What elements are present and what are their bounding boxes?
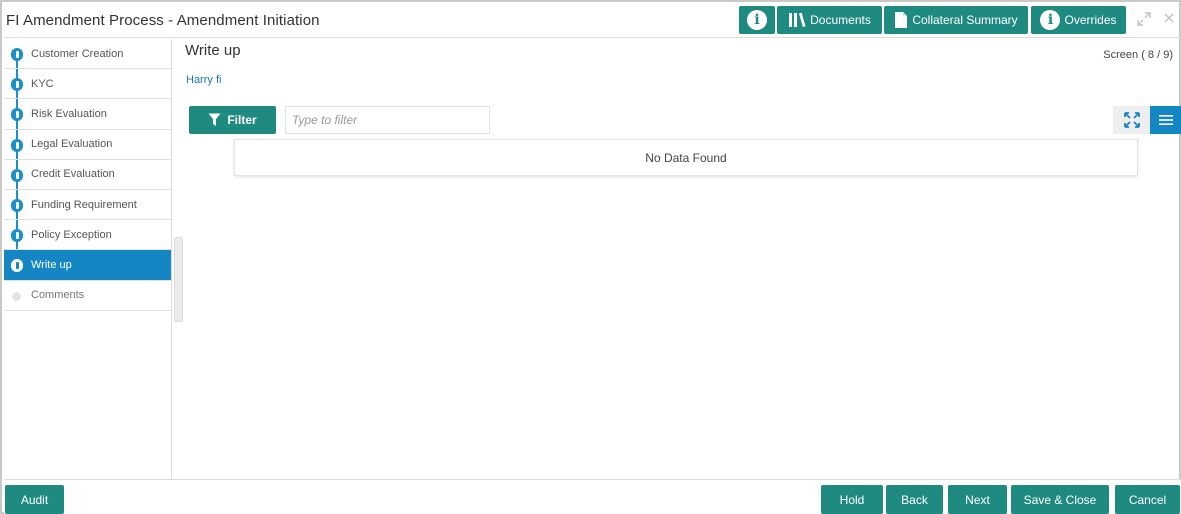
step-done-icon [11,138,23,152]
info-icon: i [1040,10,1061,30]
expand-view-button[interactable] [1113,106,1150,134]
step-done-icon [11,229,23,243]
sidebar-item-customer-creation[interactable]: Customer Creation [4,39,171,70]
empty-state-message: No Data Found [234,139,1138,176]
list-icon [1158,115,1173,125]
step-pending-icon [12,291,21,301]
info-icon: i [747,10,767,30]
step-navigation: Customer Creation KYC Risk Evaluation Le… [4,39,172,479]
app-window: FI Amendment Process - Amendment Initiat… [0,0,1181,514]
filter-icon [208,113,221,126]
sidebar-item-kyc[interactable]: KYC [4,69,171,100]
filter-input[interactable] [285,106,490,134]
close-icon[interactable] [1163,12,1175,24]
back-button[interactable]: Back [886,485,943,514]
step-label: Credit Evaluation [31,168,115,181]
header-bar: FI Amendment Process - Amendment Initiat… [4,4,1181,38]
documents-label: Documents [810,13,871,27]
sidebar-item-legal-evaluation[interactable]: Legal Evaluation [4,130,171,160]
step-current-icon [11,259,23,273]
step-label: Comments [31,289,85,302]
collateral-summary-label: Collateral Summary [912,13,1018,27]
overrides-label: Overrides [1064,13,1117,27]
step-done-icon [11,108,23,122]
documents-button[interactable]: Documents [777,6,882,34]
page-title: Write up [185,42,241,59]
sidebar-item-comments[interactable]: Comments [4,281,171,311]
step-done-icon [11,48,23,61]
step-label: Policy Exception [31,228,112,241]
document-icon [895,12,908,28]
hold-button[interactable]: Hold [821,485,883,514]
footer-bar: Audit Hold Back Next Save & Close Cancel [4,479,1181,514]
subject-name: Harry fi [186,74,222,86]
screen-indicator: Screen ( 8 / 9) [1103,49,1173,61]
app-title: FI Amendment Process - Amendment Initiat… [6,12,320,29]
expand-icon [1123,112,1140,128]
step-done-icon [11,78,23,92]
maximize-icon[interactable] [1137,12,1151,26]
filter-label: Filter [227,113,257,127]
sidebar-item-credit-evaluation[interactable]: Credit Evaluation [4,160,171,190]
next-button[interactable]: Next [948,485,1007,514]
cancel-button[interactable]: Cancel [1115,485,1180,514]
audit-button[interactable]: Audit [5,485,64,514]
step-done-icon [11,168,23,182]
list-view-button[interactable] [1150,106,1181,134]
step-label: Legal Evaluation [31,138,113,151]
sidebar-item-policy-exception[interactable]: Policy Exception [4,220,171,251]
window-controls [1137,12,1175,26]
info-button[interactable]: i [739,6,775,34]
save-close-button[interactable]: Save & Close [1011,485,1109,514]
step-label: KYC [31,77,54,90]
collateral-summary-button[interactable]: Collateral Summary [884,6,1028,34]
step-done-icon [11,198,23,212]
sidebar-item-funding-requirement[interactable]: Funding Requirement [4,190,171,221]
library-icon [789,12,806,28]
step-label: Customer Creation [31,47,124,60]
step-label: Write up [31,258,72,271]
step-label: Funding Requirement [31,198,137,211]
step-label: Risk Evaluation [31,107,107,120]
sidebar-item-write-up[interactable]: Write up [4,250,171,281]
overrides-button[interactable]: i Overrides [1031,6,1126,34]
filter-button[interactable]: Filter [189,106,276,134]
sidebar-resize-handle[interactable] [174,237,183,322]
sidebar-item-risk-evaluation[interactable]: Risk Evaluation [4,99,171,130]
